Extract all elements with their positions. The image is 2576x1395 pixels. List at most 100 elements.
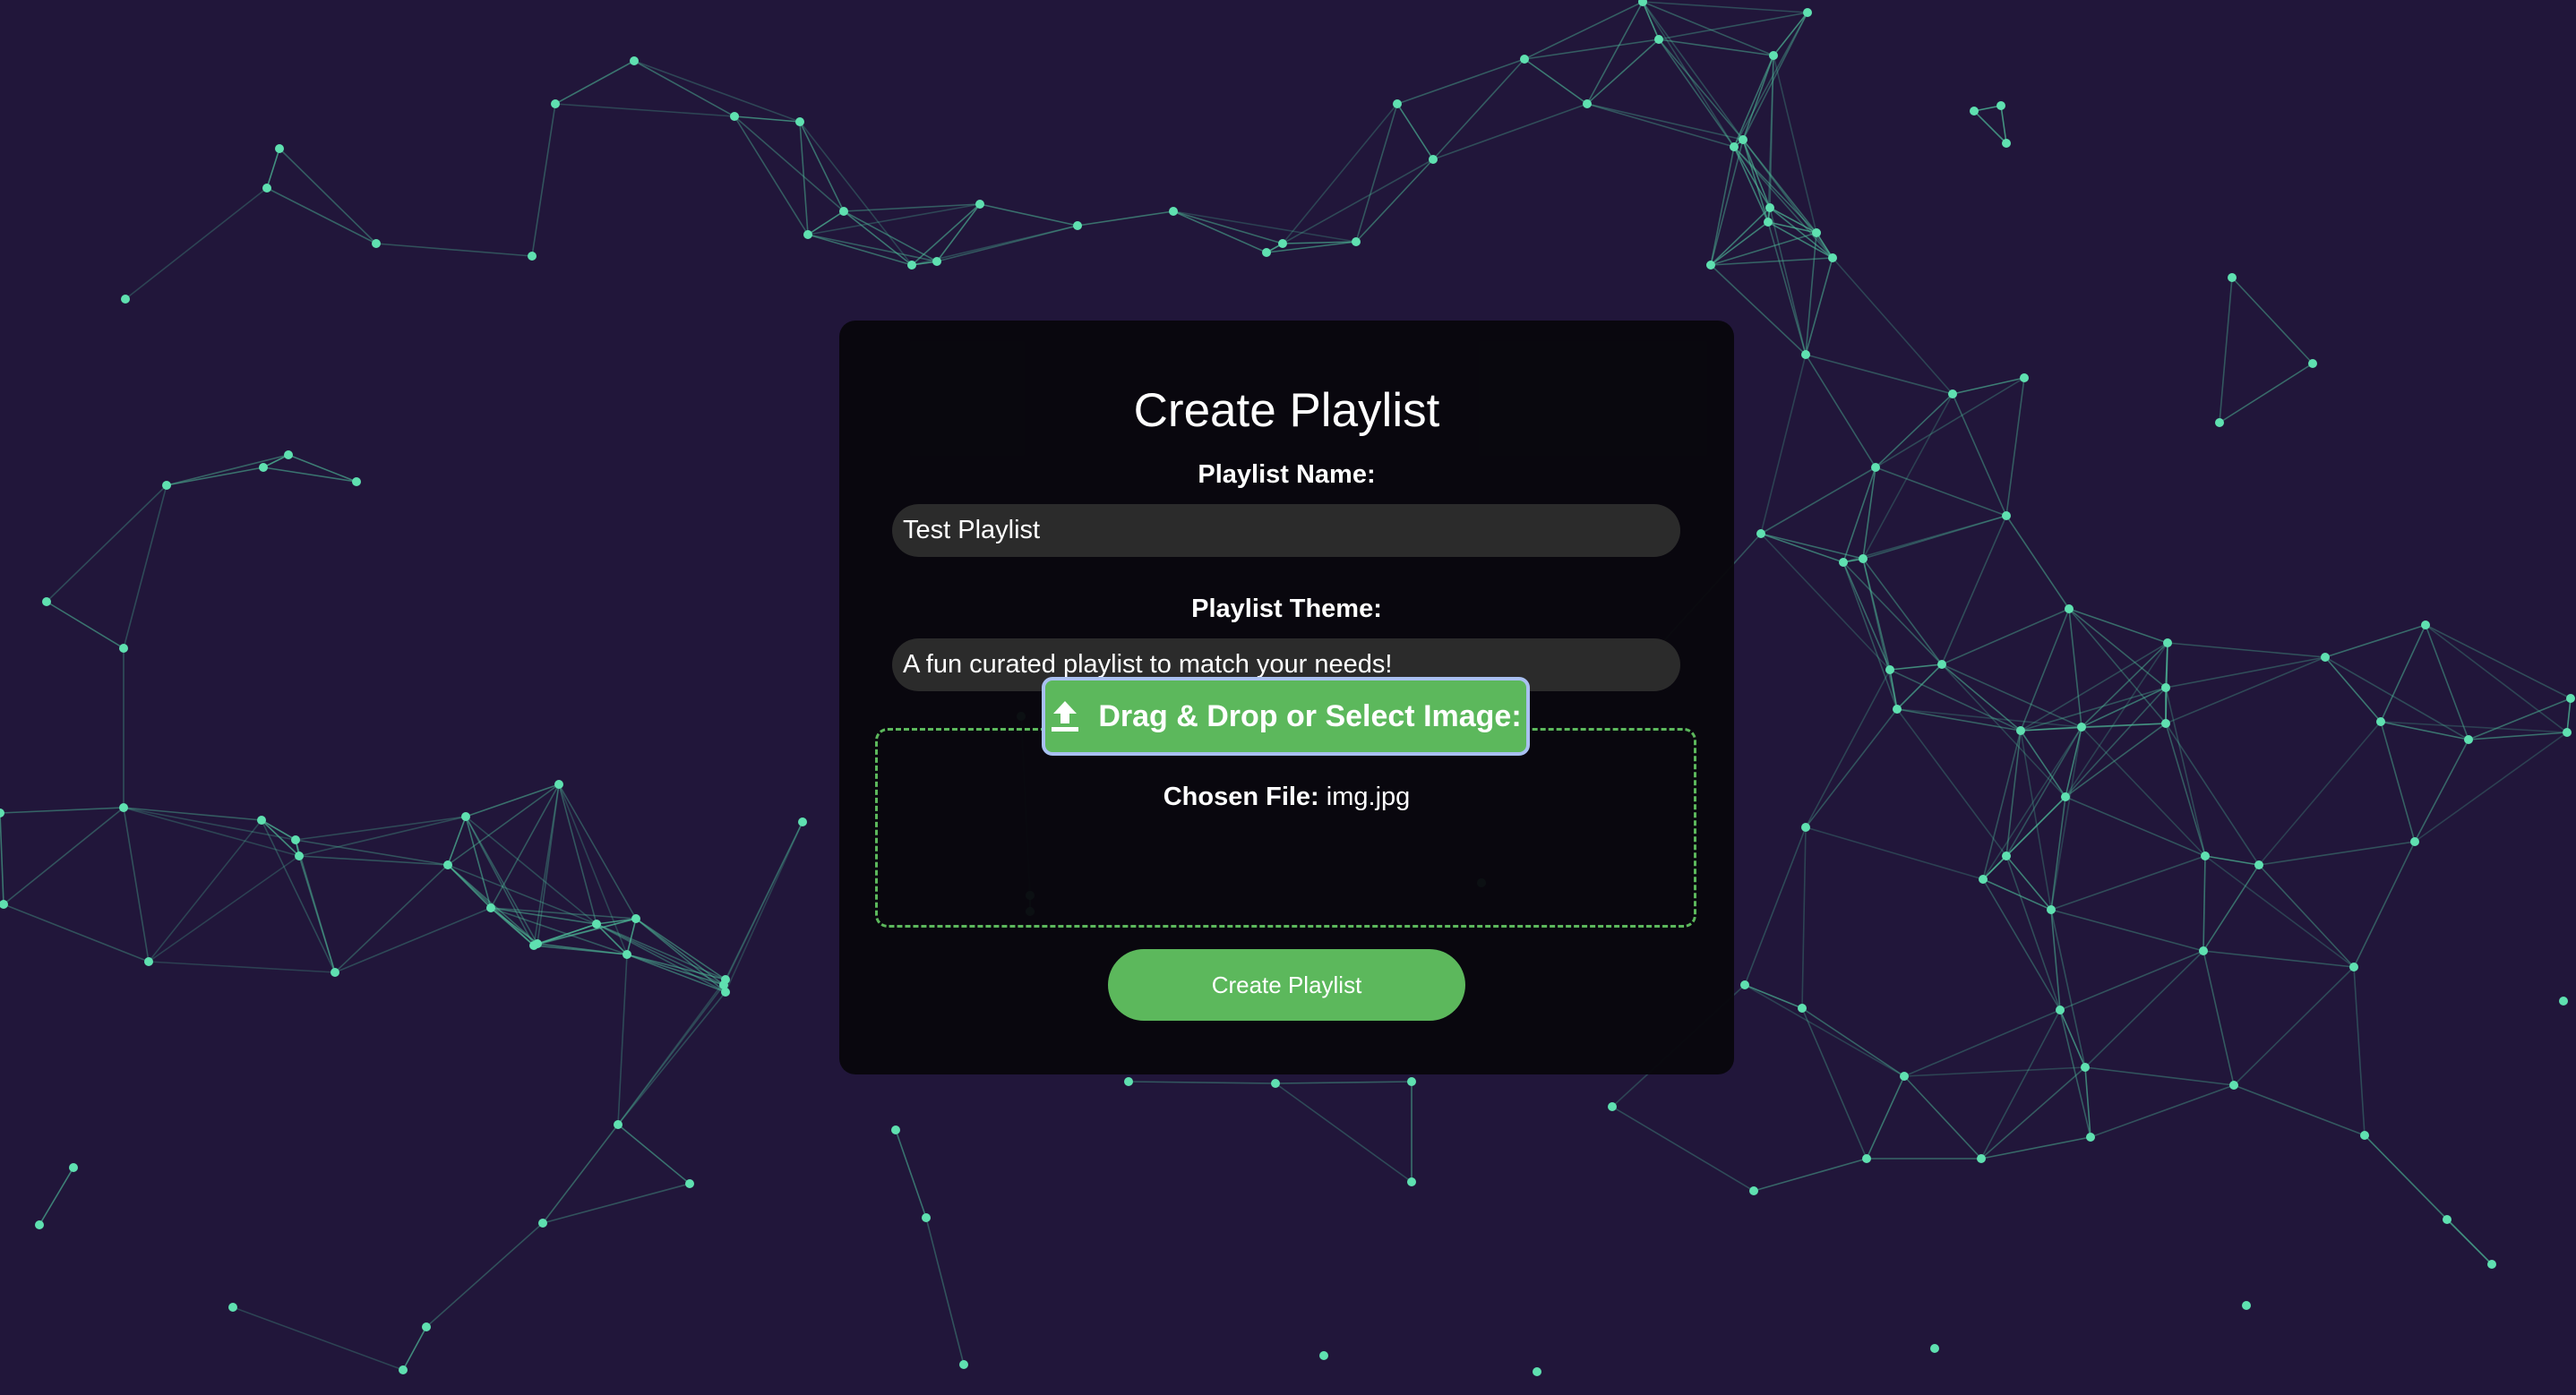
network-link: [1973, 110, 2007, 144]
network-node: [1859, 554, 1868, 563]
network-node: [2215, 418, 2224, 427]
network-node: [262, 184, 271, 193]
network-link: [1742, 55, 1774, 141]
network-node: [1533, 1367, 1541, 1376]
network-link: [402, 1326, 427, 1371]
network-node: [2308, 359, 2317, 368]
network-link: [3, 807, 125, 905]
network-node: [35, 1220, 44, 1229]
network-node: [592, 920, 601, 929]
network-link: [2068, 608, 2082, 728]
playlist-name-input[interactable]: [892, 504, 1680, 557]
network-link: [1805, 669, 1891, 828]
network-link: [2050, 796, 2066, 911]
network-link: [1355, 103, 1398, 243]
network-link: [1077, 210, 1174, 227]
network-node: [2047, 905, 2056, 914]
network-link: [1710, 221, 1769, 266]
network-link: [925, 1217, 965, 1365]
network-node: [1970, 107, 1979, 116]
network-node: [1073, 221, 1082, 230]
network-link: [1842, 466, 1876, 563]
network-node: [2002, 852, 2011, 860]
network-link: [617, 991, 726, 1125]
network-node: [533, 939, 542, 948]
network-link: [2202, 950, 2355, 968]
network-link: [542, 1124, 619, 1224]
network-node: [1352, 237, 1361, 246]
network-link: [1760, 533, 1864, 560]
network-node: [1798, 1004, 1807, 1013]
network-node: [284, 450, 293, 459]
network-link: [1896, 708, 2007, 857]
network-link: [2081, 687, 2167, 728]
network-link: [1432, 103, 1588, 160]
network-link: [2005, 377, 2025, 517]
network-node: [228, 1303, 237, 1312]
network-link: [1586, 39, 1660, 105]
network-node: [932, 257, 941, 266]
network-link: [1282, 158, 1434, 244]
network-link: [2219, 277, 2233, 424]
network-link: [1275, 1083, 1413, 1183]
network-link: [1744, 826, 1807, 986]
network-node: [1803, 8, 1812, 17]
network-link: [2425, 624, 2568, 733]
network-link: [1733, 146, 1769, 223]
network-link: [1842, 561, 1898, 710]
network-node: [1764, 218, 1773, 227]
network-node: [1520, 55, 1529, 64]
network-link: [633, 60, 735, 117]
network-link: [1941, 663, 2066, 798]
network-link: [1862, 393, 1953, 560]
network-link: [2231, 277, 2314, 364]
network-link: [979, 203, 1078, 227]
network-link: [2059, 950, 2204, 1011]
network-link: [1980, 1136, 2091, 1160]
network-node: [1393, 99, 1402, 108]
network-link: [1805, 354, 1876, 468]
network-node: [975, 200, 984, 209]
network-link: [2324, 624, 2426, 658]
create-playlist-button[interactable]: Create Playlist: [1108, 949, 1465, 1021]
network-link: [1432, 58, 1525, 160]
network-node: [907, 261, 916, 270]
network-link: [2020, 642, 2168, 732]
network-link: [232, 1306, 404, 1371]
network-link: [537, 943, 628, 955]
network-node: [803, 230, 812, 239]
network-node: [295, 852, 304, 860]
network-link: [465, 783, 560, 817]
network-node: [1893, 705, 1902, 714]
network-link: [596, 923, 726, 993]
network-node: [259, 463, 268, 472]
network-node: [1996, 101, 2005, 110]
network-node: [121, 295, 130, 304]
network-node: [1739, 135, 1747, 144]
network-node: [2199, 946, 2208, 955]
network-link: [2380, 721, 2416, 843]
network-link: [2233, 1084, 2366, 1136]
network-node: [2228, 273, 2237, 282]
network-link: [1842, 561, 1891, 671]
network-link: [425, 1222, 544, 1328]
network-link: [1903, 1075, 1982, 1160]
network-link: [2020, 730, 2052, 911]
select-image-button[interactable]: Drag & Drop or Select Image:: [1042, 677, 1530, 756]
network-node: [1885, 665, 1894, 674]
network-node: [1765, 203, 1774, 212]
network-node: [1801, 823, 1810, 832]
network-link: [2258, 721, 2382, 866]
network-link: [375, 243, 533, 257]
network-link: [843, 210, 913, 266]
network-node: [922, 1213, 931, 1222]
network-node: [798, 817, 807, 826]
network-link: [1753, 1158, 1868, 1192]
network-node: [461, 812, 470, 821]
network-link: [2068, 608, 2167, 689]
network-link: [2202, 950, 2235, 1086]
image-drop-zone[interactable]: [875, 728, 1696, 928]
network-link: [734, 116, 809, 235]
network-link: [1801, 826, 1807, 1009]
network-link: [2353, 841, 2416, 968]
